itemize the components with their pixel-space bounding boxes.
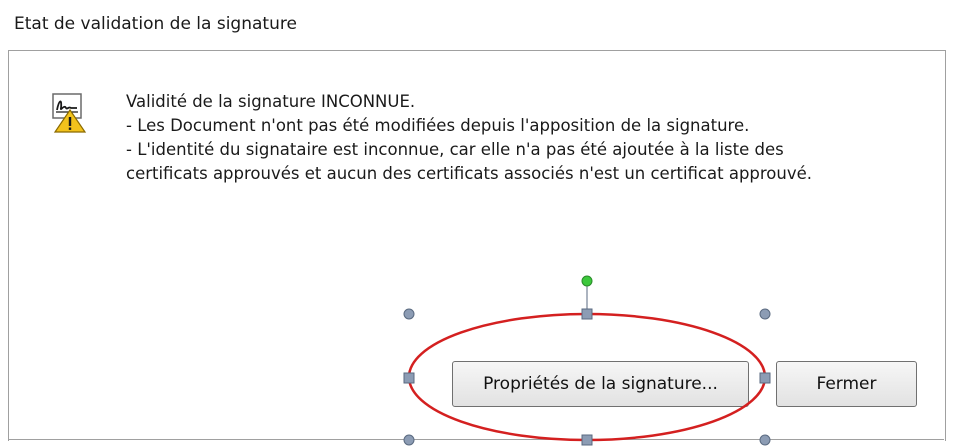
- message-line: Validité de la signature INCONNUE.: [126, 92, 416, 111]
- message-line: - Les Document n'ont pas été modifiées d…: [126, 116, 750, 135]
- window-title: Etat de validation de la signature: [14, 14, 297, 34]
- message-line: - L'identité du signataire est inconnue,…: [126, 140, 784, 159]
- close-button[interactable]: Fermer: [776, 361, 917, 407]
- signature-warning-icon: [52, 93, 87, 133]
- title-bar: Etat de validation de la signature: [0, 0, 953, 48]
- divider: [8, 439, 944, 440]
- signature-properties-button[interactable]: Propriétés de la signature...: [452, 361, 749, 407]
- message-line: certificats approuvés et aucun des certi…: [126, 164, 813, 183]
- validation-message: Validité de la signature INCONNUE. - Les…: [126, 90, 936, 186]
